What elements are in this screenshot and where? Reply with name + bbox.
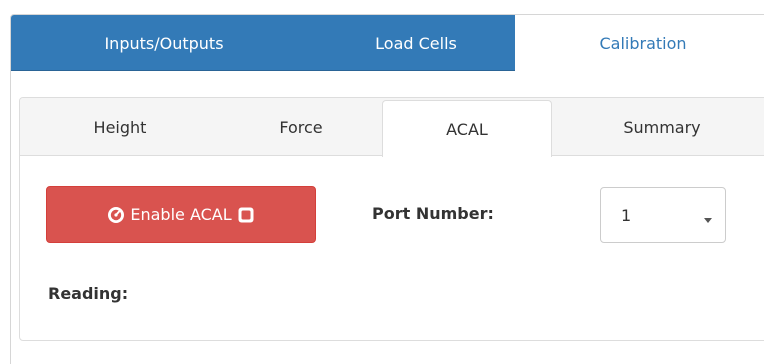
tab-height[interactable]: Height: [20, 98, 220, 156]
sub-tab-bar: Height Force ACAL Summary: [20, 98, 764, 157]
calibration-panel: Inputs/Outputs Load Cells Calibration He…: [10, 14, 764, 364]
tab-summary[interactable]: Summary: [552, 98, 764, 156]
port-number-label: Port Number:: [372, 204, 494, 223]
dashboard-icon: [107, 206, 125, 224]
reading-label: Reading:: [48, 284, 129, 303]
port-number-value: 1: [621, 205, 632, 225]
tab-acal[interactable]: ACAL: [382, 100, 552, 157]
tab-force[interactable]: Force: [220, 98, 382, 156]
tab-calibration[interactable]: Calibration: [515, 15, 764, 72]
tab-inputs-outputs[interactable]: Inputs/Outputs: [11, 15, 317, 71]
top-tab-bar: Inputs/Outputs Load Cells Calibration: [11, 15, 764, 72]
acal-panel: Height Force ACAL Summary Enable ACAL Po…: [19, 97, 764, 341]
chevron-down-icon: [703, 210, 713, 229]
tab-load-cells[interactable]: Load Cells: [317, 15, 515, 71]
port-number-select[interactable]: 1: [600, 187, 726, 243]
enable-acal-button[interactable]: Enable ACAL: [46, 186, 316, 243]
enable-acal-label: Enable ACAL: [130, 205, 232, 224]
stop-icon: [237, 206, 255, 224]
